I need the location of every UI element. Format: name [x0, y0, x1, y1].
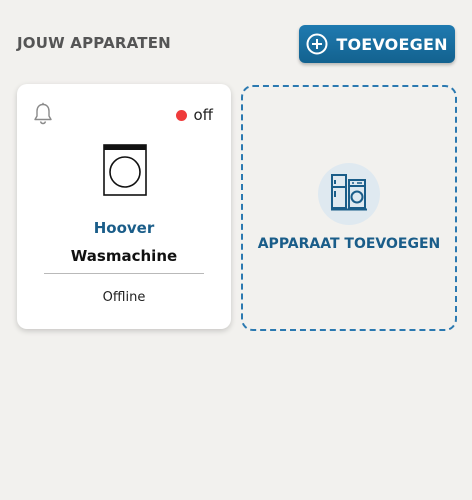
device-name: Wasmachine — [70, 247, 178, 265]
bell-icon[interactable] — [32, 102, 54, 126]
status-dot — [176, 109, 188, 121]
status-text: off — [193, 106, 213, 124]
connection-status: Offline — [102, 290, 146, 305]
add-appliance-label: APPARAAT TOEVOEGEN — [257, 236, 441, 252]
add-device-button[interactable]: TOEVOEGEN — [299, 25, 455, 63]
appliance-icon-circle — [318, 163, 380, 225]
status-indicator: off — [176, 106, 213, 124]
divider — [44, 273, 204, 274]
add-appliance-card[interactable]: APPARAAT TOEVOEGEN — [241, 85, 457, 331]
device-brand: Hoover — [93, 219, 155, 237]
appliances-icon — [330, 172, 368, 216]
add-device-button-label: TOEVOEGEN — [336, 34, 448, 54]
plus-circle-icon — [306, 33, 328, 55]
device-card[interactable]: off Hoover Wasmachine Offline — [17, 84, 231, 329]
page-title: JOUW APPARATEN — [17, 34, 171, 52]
washing-machine-icon — [103, 144, 147, 196]
